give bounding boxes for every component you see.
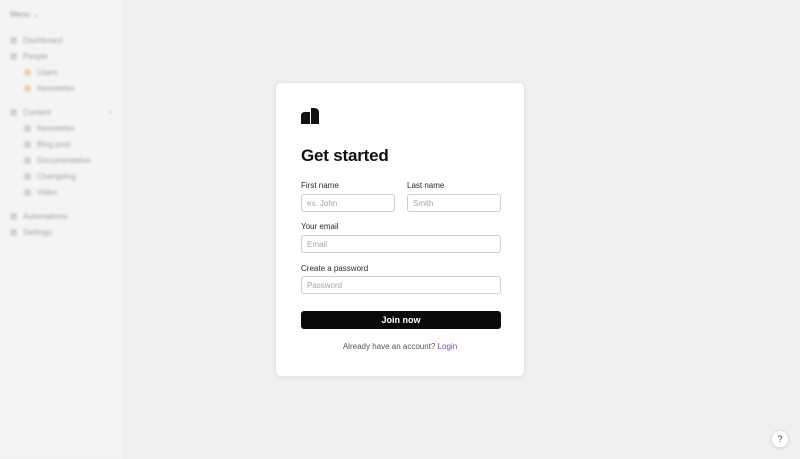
sidebar: Menu ⌄ Dashboard People Users Newsletter… [0,0,124,459]
blog-icon [24,140,31,148]
sidebar-item-changelog[interactable]: Changelog [8,168,115,184]
sidebar-item-label: Blog post [37,139,71,149]
sidebar-item-label: Automations [23,211,68,221]
sidebar-item-label: Dashboard [23,35,63,45]
users-icon [24,68,31,76]
signin-prompt-row: Already have an account? Login [276,342,524,351]
changelog-icon [24,172,31,180]
sidebar-item-people[interactable]: People [8,48,115,64]
newsletter-icon [24,84,31,92]
automations-icon [10,212,17,220]
workspace-label: Menu [10,9,31,19]
help-button[interactable]: ? [771,430,789,448]
sidebar-item-label: Users [37,67,58,77]
login-link[interactable]: Login [438,342,458,351]
sidebar-item-dashboard[interactable]: Dashboard [8,32,115,48]
people-icon [10,52,17,60]
sidebar-item-label: Content [23,107,52,117]
sidebar-item-users[interactable]: Users [8,64,115,80]
email-field[interactable] [301,235,501,253]
sidebar-item-label: Video [37,187,58,197]
password-field[interactable] [301,276,501,294]
join-now-button[interactable]: Join now [301,311,501,329]
sidebar-item-label: Documentation [37,155,91,165]
signin-prompt-text: Already have an account? [342,342,438,351]
chevron-down-icon: ⌄ [33,9,40,19]
help-icon: ? [777,434,783,444]
workspace-switcher[interactable]: Menu ⌄ [8,8,115,20]
sidebar-item-documentation[interactable]: Documentation [8,152,115,168]
sidebar-item-content[interactable]: Content + [8,104,115,120]
sidebar-item-label: People [23,51,48,61]
last-name-input[interactable] [407,194,501,212]
sidebar-item-label: Settings [23,227,52,237]
first-name-label: First name [301,181,339,190]
email-label: Your email [301,222,339,231]
settings-icon [10,228,17,236]
documentation-icon [24,156,31,164]
dashboard-icon [10,36,17,44]
sidebar-item-video[interactable]: Video [8,184,115,200]
content-icon [10,108,17,116]
newsletter-doc-icon [24,124,31,132]
sidebar-item-newsletter-people[interactable]: Newsletter [8,80,115,96]
sidebar-item-settings[interactable]: Settings [8,224,115,240]
sidebar-item-label: Newsletter [37,123,75,133]
signup-card: Get started First name Last name Your em… [275,82,525,377]
add-content-button[interactable]: + [108,108,113,117]
password-label: Create a password [301,264,369,273]
first-name-input[interactable] [301,194,395,212]
last-name-label: Last name [407,181,445,190]
sidebar-item-label: Changelog [37,171,76,181]
sidebar-item-automations[interactable]: Automations [8,208,115,224]
sidebar-item-label: Newsletter [37,83,75,93]
brand-logo-icon [301,108,319,124]
video-icon [24,188,31,196]
page-title: Get started [301,146,389,165]
sidebar-item-blog-post[interactable]: Blog post [8,136,115,152]
sidebar-item-newsletter[interactable]: Newsletter [8,120,115,136]
